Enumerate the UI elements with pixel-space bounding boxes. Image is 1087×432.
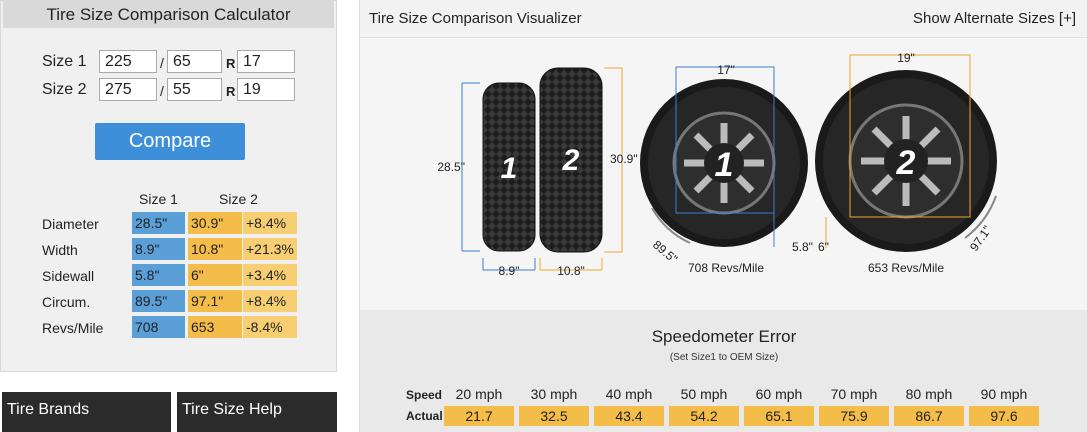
size2-aspect-input[interactable]: 55 <box>167 78 222 101</box>
sidewall-diff: +3.4% <box>243 264 297 286</box>
row-label-circum: Circum. <box>42 294 91 310</box>
side-tire-1-circum: 89.5" <box>650 238 680 266</box>
diameter-size2: 30.9" <box>188 212 242 234</box>
width-size1: 8.9" <box>132 238 185 260</box>
size1-rim-input[interactable]: 17 <box>237 50 295 73</box>
calculator-panel: Tire Size Comparison Calculator Size 1 2… <box>0 0 337 372</box>
actual-cell: 65.1 <box>744 406 814 426</box>
front-tire-2-height: 30.9" <box>610 152 638 166</box>
speedometer-title: Speedometer Error <box>651 327 797 346</box>
diameter-diff: +8.4% <box>243 212 297 234</box>
front-tire-2-number: 2 <box>562 144 580 177</box>
col-size2-header: Size 2 <box>219 191 258 207</box>
compare-button[interactable]: Compare <box>95 123 245 160</box>
speed-cell: 90 mph <box>980 386 1028 402</box>
circum-size2: 97.1" <box>188 290 242 312</box>
circum-diff: +8.4% <box>243 290 297 312</box>
size1-rim-prefix: R <box>226 56 236 71</box>
size2-slash: / <box>160 83 164 99</box>
row-label-diameter: Diameter <box>42 216 99 232</box>
width-diff: +21.3% <box>243 238 297 260</box>
side-tire-2-sidewall: 6" <box>818 240 829 254</box>
speedometer-subtitle: (Set Size1 to OEM Size) <box>669 352 779 363</box>
speed-row-label: Speed <box>406 388 443 402</box>
size2-rim-input[interactable]: 19 <box>237 78 295 101</box>
visualizer-panel: Tire Size Comparison Visualizer Show Alt… <box>359 0 1087 432</box>
front-tire-1-width: 8.9" <box>499 264 520 278</box>
side-tire-1-revs: 708 Revs/Mile <box>688 261 764 275</box>
size2-label: Size 2 <box>42 81 87 98</box>
actual-cell: 21.7 <box>444 406 514 426</box>
front-tire-2: 2 <box>539 67 603 253</box>
calculator-title: Tire Size Comparison Calculator <box>3 1 334 28</box>
side-tire-2-circum: 97.1" <box>967 223 994 254</box>
size1-aspect-input[interactable]: 65 <box>167 50 222 73</box>
width-size2: 10.8" <box>188 238 242 260</box>
side-tire-2-revs: 653 Revs/Mile <box>868 261 944 275</box>
speed-cell: 30 mph <box>530 386 578 402</box>
sidewall-size1: 5.8" <box>132 264 185 286</box>
front-tire-1-number: 1 <box>501 152 518 185</box>
size1-label: Size 1 <box>42 53 87 70</box>
side-tire-1-rim: 17" <box>717 63 735 77</box>
size1-slash: / <box>160 55 164 71</box>
sidewall-size2: 6" <box>188 264 242 286</box>
actual-cell: 43.4 <box>594 406 664 426</box>
speed-cell: 40 mph <box>605 386 653 402</box>
speed-cell: 20 mph <box>455 386 503 402</box>
visualizer-header: Tire Size Comparison Visualizer Show Alt… <box>360 0 1087 38</box>
front-tire-2-width: 10.8" <box>557 264 585 278</box>
revs-size2: 653 <box>188 316 242 338</box>
actual-cell: 75.9 <box>819 406 889 426</box>
side-tire-1-sidewall: 5.8" <box>792 240 813 254</box>
tire-brands-button[interactable]: Tire Brands <box>2 392 171 432</box>
side-tire-1-number: 1 <box>715 146 734 184</box>
col-size1-header: Size 1 <box>139 191 178 207</box>
front-tire-1-height: 28.5" <box>437 160 465 174</box>
actual-cell: 54.2 <box>669 406 739 426</box>
speedometer-section: Speedometer Error (Set Size1 to OEM Size… <box>360 310 1087 432</box>
size2-rim-prefix: R <box>226 84 236 99</box>
show-alternate-sizes-link[interactable]: Show Alternate Sizes [+] <box>913 10 1076 27</box>
actual-row-label: Actual <box>406 409 443 423</box>
revs-size1: 708 <box>132 316 185 338</box>
size2-width-input[interactable]: 275 <box>99 78 157 101</box>
speed-cell: 50 mph <box>680 386 728 402</box>
row-label-width: Width <box>42 242 78 258</box>
row-label-revs: Revs/Mile <box>42 320 104 336</box>
speed-cell: 60 mph <box>755 386 803 402</box>
speed-cell: 70 mph <box>830 386 878 402</box>
circum-size1: 89.5" <box>132 290 185 312</box>
front-tire-1: 1 <box>482 82 536 252</box>
size1-width-input[interactable]: 225 <box>99 50 157 73</box>
diameter-size1: 28.5" <box>132 212 185 234</box>
row-label-sidewall: Sidewall <box>42 268 95 284</box>
tire-illustration: 1 2 28.5" 30.9" 8.9" 10.8" 1 17" 5.8" 89… <box>437 51 997 278</box>
revs-diff: -8.4% <box>243 316 297 338</box>
tire-size-help-button[interactable]: Tire Size Help <box>177 392 337 432</box>
side-tire-2-rim: 19" <box>897 51 915 65</box>
actual-cell: 97.6 <box>969 406 1039 426</box>
actual-cell: 86.7 <box>894 406 964 426</box>
speed-cell: 80 mph <box>905 386 953 402</box>
side-tire-1: 1 <box>640 79 808 247</box>
side-tire-2-number: 2 <box>896 144 916 182</box>
visualizer-title: Tire Size Comparison Visualizer <box>369 10 582 27</box>
actual-cell: 32.5 <box>519 406 589 426</box>
